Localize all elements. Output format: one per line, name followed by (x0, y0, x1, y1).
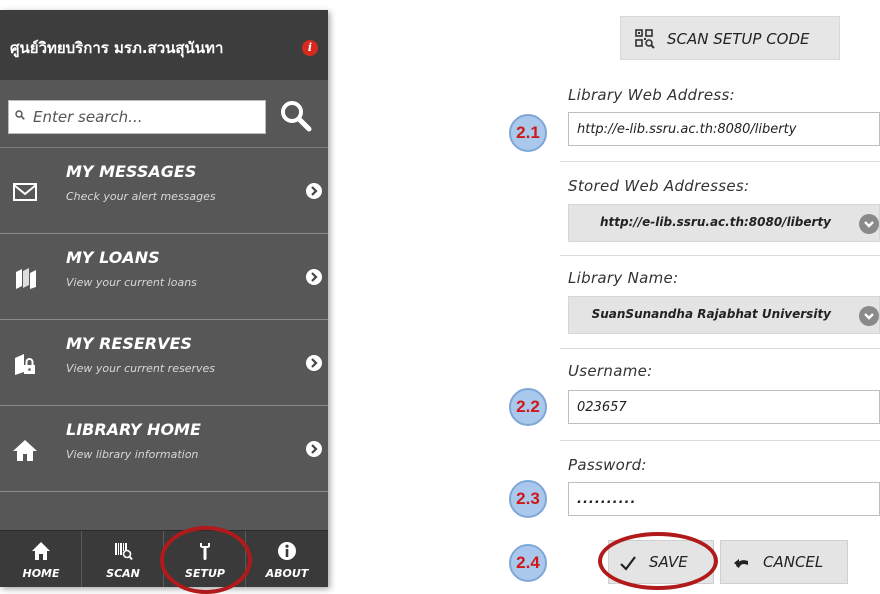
envelope-icon (13, 183, 37, 201)
menu-item-subtitle: Check your alert messages (66, 190, 216, 203)
menu-item-subtitle: View library information (66, 448, 199, 461)
save-highlight-ring (598, 532, 718, 590)
library-name-value: SuanSunandha Rajabhat University (591, 307, 831, 321)
divider (560, 255, 880, 256)
chevron-right-icon (306, 183, 322, 199)
chevron-down-icon (859, 214, 879, 234)
nav-label: HOME (22, 567, 60, 580)
menu-item-reserves[interactable]: MY RESERVES View your current reserves (0, 320, 328, 406)
step-badge-2-1: 2.1 (509, 114, 547, 152)
setup-screen: SCAN SETUP CODE Library Web Address: Sto… (560, 0, 880, 587)
nav-label: ABOUT (265, 567, 309, 580)
alert-info-icon[interactable]: i (302, 40, 318, 56)
books-icon (16, 268, 36, 289)
password-input[interactable] (568, 482, 880, 516)
stored-address-value: http://e-lib.ssru.ac.th:8080/liberty (599, 215, 831, 229)
nav-label: SCAN (106, 567, 140, 580)
search-icon (15, 110, 25, 120)
chevron-right-icon (306, 355, 322, 371)
divider (560, 440, 880, 441)
password-label: Password: (568, 456, 647, 474)
scan-setup-code-button[interactable]: SCAN SETUP CODE (620, 16, 840, 60)
library-name-select[interactable]: SuanSunandha Rajabhat University (568, 296, 880, 334)
stored-addresses-select[interactable]: http://e-lib.ssru.ac.th:8080/liberty (568, 204, 880, 242)
cancel-label: CANCEL (763, 553, 824, 571)
search-input[interactable] (33, 101, 263, 133)
menu-item-title: MY MESSAGES (66, 162, 197, 181)
menu-item-loans[interactable]: MY LOANS View your current loans (0, 234, 328, 320)
stored-addresses-label: Stored Web Addresses: (568, 177, 750, 195)
nav-scan[interactable]: SCAN (82, 531, 164, 587)
menu-item-messages[interactable]: MY MESSAGES Check your alert messages (0, 148, 328, 234)
info-icon (278, 542, 296, 560)
menu-item-title: MY LOANS (66, 248, 160, 267)
library-app-screen: ศูนย์วิทยบริการ มรภ.สวนสุนันทา i MY MESS… (0, 10, 328, 587)
username-input[interactable] (568, 390, 880, 424)
username-label: Username: (568, 362, 653, 380)
menu-item-title: MY RESERVES (66, 334, 192, 353)
nav-home[interactable]: HOME (0, 531, 82, 587)
menu-item-library-home[interactable]: LIBRARY HOME View library information (0, 406, 328, 492)
chevron-down-icon (859, 306, 879, 326)
step-badge-2-4: 2.4 (509, 544, 547, 582)
chevron-right-icon (306, 269, 322, 285)
menu-item-title: LIBRARY HOME (66, 420, 201, 439)
home-icon (13, 440, 37, 461)
app-header: ศูนย์วิทยบริการ มรภ.สวนสุนันทา i (0, 10, 328, 80)
web-address-label: Library Web Address: (568, 86, 735, 104)
search-bar (0, 80, 328, 148)
book-lock-icon (15, 354, 35, 375)
barcode-scan-icon (115, 543, 133, 561)
step-badge-2-3: 2.3 (509, 480, 547, 518)
menu-item-subtitle: View your current loans (66, 276, 197, 289)
scan-setup-label: SCAN SETUP CODE (667, 30, 810, 48)
app-title: ศูนย์วิทยบริการ มรภ.สวนสุนันทา (10, 39, 224, 57)
step-badge-2-2: 2.2 (509, 388, 547, 426)
web-address-input[interactable] (568, 112, 880, 146)
search-button-icon[interactable] (278, 98, 314, 134)
divider (560, 348, 880, 349)
nav-about[interactable]: ABOUT (246, 531, 328, 587)
undo-icon (734, 559, 748, 568)
library-name-label: Library Name: (568, 269, 679, 287)
cancel-button[interactable]: CANCEL (720, 540, 848, 584)
menu-item-subtitle: View your current reserves (66, 362, 216, 375)
home-icon (32, 542, 50, 560)
qr-code-icon (635, 29, 655, 49)
search-field[interactable] (8, 100, 266, 134)
divider (560, 161, 880, 162)
chevron-right-icon (306, 441, 322, 457)
setup-highlight-ring (160, 526, 252, 594)
